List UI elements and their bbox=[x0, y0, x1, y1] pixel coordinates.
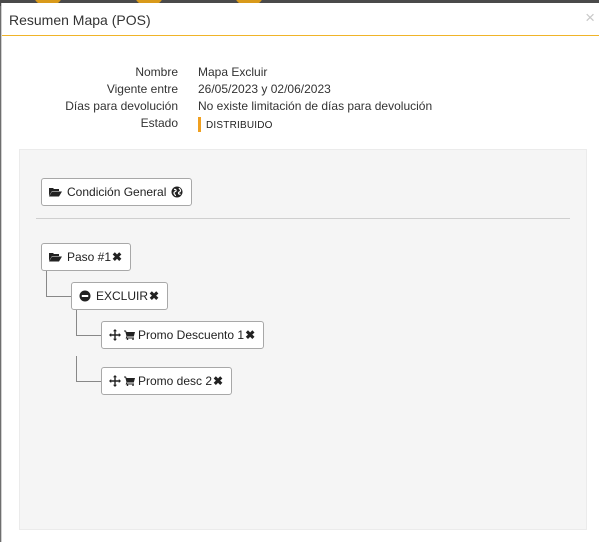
promo-label: Promo Descuento 1 bbox=[138, 328, 245, 342]
tree-connector bbox=[76, 381, 102, 382]
step-node[interactable]: Paso #1 ✖ bbox=[41, 243, 132, 271]
general-condition-node[interactable]: Condición General bbox=[41, 178, 193, 206]
remove-promo-icon[interactable]: ✖ bbox=[213, 368, 223, 394]
remove-exclude-icon[interactable]: ✖ bbox=[149, 283, 159, 309]
state-value: DISTRIBUIDO bbox=[198, 115, 273, 132]
tree-connector bbox=[46, 270, 47, 297]
tree-connector bbox=[76, 310, 77, 336]
return-days-value: No existe limitación de días para devolu… bbox=[198, 99, 433, 113]
modal-title: Resumen Mapa (POS) bbox=[9, 12, 151, 28]
validity-value: 26/05/2023 y 02/06/2023 bbox=[198, 82, 331, 96]
name-label: Nombre bbox=[135, 65, 178, 79]
folder-open-icon bbox=[49, 252, 62, 262]
summary-row-validity: Vigente entre 26/05/2023 y 02/06/2023 bbox=[2, 81, 599, 98]
summary-row-return-days: Días para devolución No existe limitació… bbox=[2, 98, 599, 115]
exclude-label: EXCLUIR bbox=[96, 289, 149, 303]
map-summary: Nombre Mapa Excluir Vigente entre 26/05/… bbox=[2, 64, 599, 132]
state-label: Estado bbox=[140, 116, 178, 130]
exclude-node[interactable]: EXCLUIR ✖ bbox=[71, 282, 169, 310]
summary-row-state: Estado DISTRIBUIDO bbox=[2, 115, 599, 132]
validity-label: Vigente entre bbox=[106, 82, 178, 96]
tree-connector bbox=[46, 296, 71, 297]
general-condition-label: Condición General bbox=[67, 185, 167, 199]
globe-icon bbox=[171, 186, 183, 198]
promo-label: Promo desc 2 bbox=[138, 374, 213, 388]
state-badge: DISTRIBUIDO bbox=[206, 120, 273, 131]
return-days-label: Días para devolución bbox=[65, 99, 178, 113]
shopping-cart-icon bbox=[124, 376, 135, 386]
rules-tree-panel: Condición General Paso #1 ✖ EXCLUIR ✖ Pr… bbox=[19, 149, 587, 530]
close-button[interactable]: × bbox=[585, 9, 595, 26]
summary-row-name: Nombre Mapa Excluir bbox=[2, 64, 599, 81]
move-icon[interactable] bbox=[109, 375, 121, 387]
remove-step-icon[interactable]: ✖ bbox=[112, 244, 122, 270]
promo-node[interactable]: Promo Descuento 1 ✖ bbox=[101, 321, 265, 349]
section-divider bbox=[36, 218, 570, 219]
name-value: Mapa Excluir bbox=[198, 65, 268, 79]
tree-connector bbox=[76, 356, 77, 382]
modal-header: Resumen Mapa (POS) × bbox=[2, 3, 599, 36]
step-label: Paso #1 bbox=[67, 250, 112, 264]
minus-circle-icon bbox=[79, 290, 91, 302]
promo-node[interactable]: Promo desc 2 ✖ bbox=[101, 367, 233, 395]
remove-promo-icon[interactable]: ✖ bbox=[245, 322, 255, 348]
shopping-cart-icon bbox=[124, 330, 135, 340]
state-indicator bbox=[198, 117, 201, 132]
tree-connector bbox=[76, 335, 102, 336]
folder-open-icon bbox=[49, 187, 62, 197]
move-icon[interactable] bbox=[109, 329, 121, 341]
summary-modal: Resumen Mapa (POS) × Nombre Mapa Excluir… bbox=[1, 3, 599, 542]
